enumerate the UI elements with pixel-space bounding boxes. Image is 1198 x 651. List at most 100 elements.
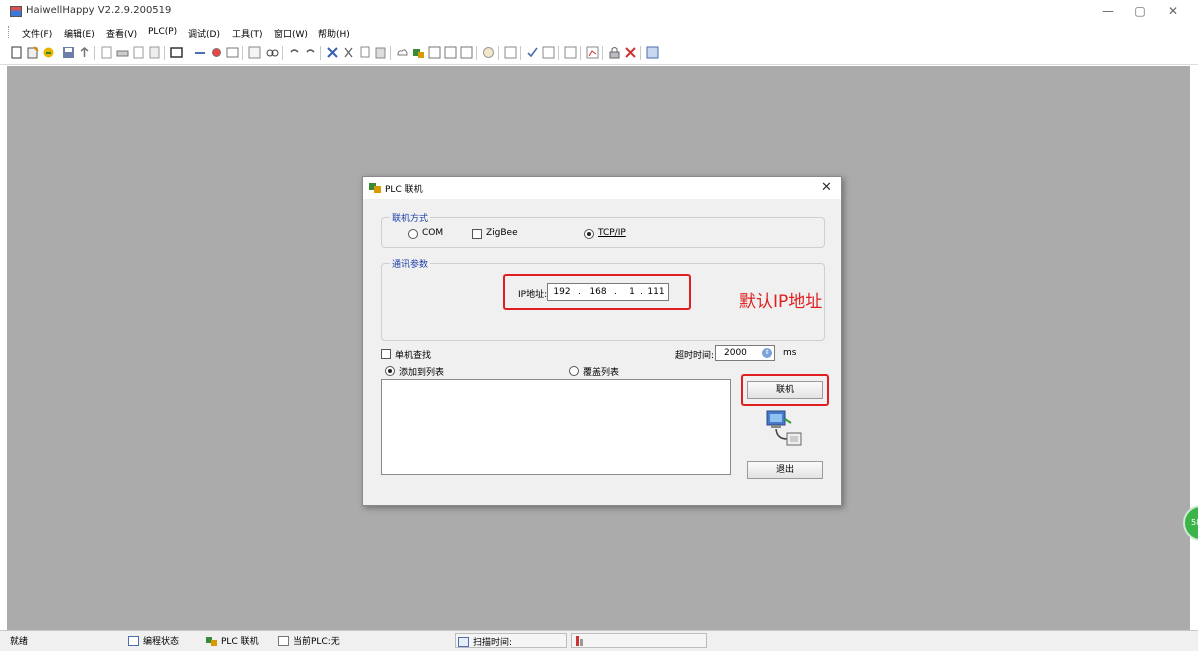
menu-debug[interactable]: 调试(D)	[188, 27, 220, 40]
status-bar: 就绪 编程状态 PLC 联机 当前PLC:无 扫描时间:	[0, 630, 1198, 651]
menu-help[interactable]: 帮助(H)	[318, 27, 350, 40]
new-file-icon[interactable]	[10, 46, 23, 59]
find-icon[interactable]	[266, 46, 279, 59]
computer-connection-icon	[766, 410, 802, 446]
open-icon[interactable]	[42, 46, 55, 59]
status-current-plc-label: 当前PLC:无	[293, 637, 340, 647]
exit-button[interactable]: 退出	[747, 461, 823, 479]
tcpip-label: TCP/IP	[598, 228, 626, 238]
toolbar-separator	[602, 46, 603, 60]
copy-icon[interactable]	[358, 46, 371, 59]
library-icon[interactable]	[564, 46, 577, 59]
print-icon[interactable]	[116, 46, 129, 59]
plc-online-icon[interactable]	[412, 46, 425, 59]
spinner-arrows-icon[interactable]: ⇕	[762, 348, 772, 358]
minimize-button[interactable]: —	[1098, 4, 1118, 18]
menu-file[interactable]: 文件(F)	[22, 27, 52, 40]
toolbar-separator	[282, 46, 283, 60]
plc-online-icon	[206, 637, 217, 646]
menu-tools[interactable]: 工具(T)	[232, 27, 263, 40]
timeout-label: 超时时间:	[675, 351, 715, 361]
connect-highlight-box	[741, 374, 829, 406]
scan-time-icon	[458, 637, 469, 647]
close-button[interactable]: ✕	[1163, 4, 1183, 18]
sort-icon[interactable]	[542, 46, 555, 59]
menu-window[interactable]: 窗口(W)	[274, 27, 308, 40]
check-icon[interactable]	[526, 46, 539, 59]
plc-online-icon	[369, 183, 381, 193]
toolbar-separator	[498, 46, 499, 60]
ip-highlight-box	[503, 274, 691, 310]
com-radio[interactable]	[408, 229, 418, 239]
table-icon[interactable]	[226, 46, 239, 59]
maximize-button[interactable]: ▢	[1130, 4, 1150, 18]
toolbar-separator	[94, 46, 95, 60]
single-search-label: 单机查找	[395, 351, 432, 361]
dialog-close-icon[interactable]: ✕	[821, 180, 832, 195]
add-to-list-radio[interactable]	[385, 366, 395, 376]
status-plc-online-label: PLC 联机	[221, 637, 259, 647]
timeout-spinner[interactable]: 2000 ⇕	[715, 345, 775, 361]
upload-icon[interactable]	[78, 46, 91, 59]
download-icon[interactable]	[194, 46, 207, 59]
window-title: HaiwellHappy V2.2.9.200519	[26, 5, 172, 16]
delete-icon[interactable]	[326, 46, 339, 59]
toolbar-separator	[640, 46, 641, 60]
window-icon[interactable]	[170, 46, 183, 59]
cross-reference-icon[interactable]	[248, 46, 261, 59]
toolbar-separator	[476, 46, 477, 60]
status-plc-online: PLC 联机	[206, 634, 259, 648]
app-icon	[10, 6, 22, 17]
status-extra-frame	[571, 633, 707, 648]
timeout-value: 2000	[724, 348, 747, 358]
lock-icon[interactable]	[608, 46, 621, 59]
status-extra-icon	[576, 636, 583, 646]
redo-icon[interactable]	[304, 46, 317, 59]
debug-icon[interactable]	[482, 46, 495, 59]
toolbar-separator	[242, 46, 243, 60]
zigbee-checkbox[interactable]	[472, 229, 482, 239]
instruction-icon[interactable]	[428, 46, 441, 59]
paste-icon[interactable]	[374, 46, 387, 59]
dialog-title: PLC 联机	[385, 185, 423, 195]
single-search-checkbox[interactable]	[381, 349, 391, 359]
tcpip-radio[interactable]	[584, 229, 594, 239]
menu-plc[interactable]: PLC(P)	[148, 27, 177, 37]
export-icon[interactable]	[148, 46, 161, 59]
monitor-icon[interactable]	[210, 46, 223, 59]
grid-icon[interactable]	[460, 46, 473, 59]
compile-icon[interactable]	[504, 46, 517, 59]
zigbee-label: ZigBee	[486, 228, 518, 238]
toolbar-separator	[320, 46, 321, 60]
plc-connect-dialog: PLC 联机 ✕ 联机方式 COM ZigBee TCP/IP 通讯参数 IP地…	[362, 176, 842, 506]
new-project-icon[interactable]	[26, 46, 39, 59]
connection-mode-group: 联机方式 COM ZigBee TCP/IP	[381, 211, 825, 248]
menu-bar: 文件(F) 编辑(E) 查看(V) PLC(P) 调试(D) 工具(T) 窗口(…	[0, 22, 1198, 41]
plc-device-list[interactable]	[381, 379, 731, 475]
program-state-icon	[128, 636, 139, 646]
menu-view[interactable]: 查看(V)	[106, 27, 137, 40]
status-program-state-label: 编程状态	[143, 637, 180, 647]
comm-params-label: 通讯参数	[390, 257, 431, 270]
instruction-list-icon[interactable]	[444, 46, 457, 59]
overwrite-list-radio[interactable]	[569, 366, 579, 376]
cut-icon[interactable]	[342, 46, 355, 59]
clear-icon[interactable]	[624, 46, 637, 59]
info-icon[interactable]	[646, 46, 659, 59]
status-scan-time: 扫描时间:	[458, 635, 512, 649]
title-bar: HaiwellHappy V2.2.9.200519 — ▢ ✕	[0, 0, 1198, 22]
page-setup-icon[interactable]	[132, 46, 145, 59]
current-plc-icon	[278, 636, 289, 646]
connection-mode-label: 联机方式	[390, 211, 431, 224]
toolbar-separator	[580, 46, 581, 60]
menu-edit[interactable]: 编辑(E)	[64, 27, 95, 40]
chart-icon[interactable]	[586, 46, 599, 59]
save-icon[interactable]	[62, 46, 75, 59]
default-ip-annotation: 默认IP地址	[739, 292, 823, 312]
toolbar-separator	[164, 46, 165, 60]
cloud-icon[interactable]	[396, 46, 409, 59]
print-preview-icon[interactable]	[100, 46, 113, 59]
undo-icon[interactable]	[288, 46, 301, 59]
toolbar	[0, 41, 1198, 65]
overwrite-list-label: 覆盖列表	[583, 368, 620, 378]
